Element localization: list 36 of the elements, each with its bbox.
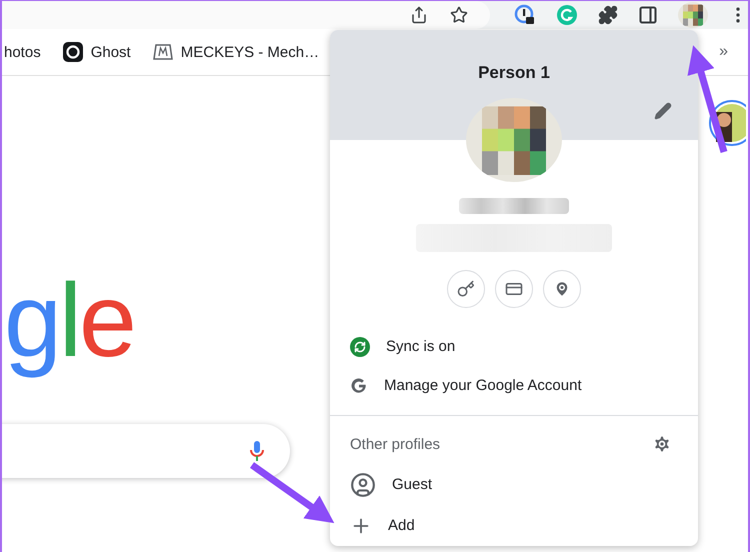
search-field[interactable]	[2, 424, 290, 478]
bookmark[interactable]: Ghost	[62, 42, 131, 62]
bookmark[interactable]: MECKEYS - Mech…	[152, 43, 320, 61]
profile-item[interactable]: Add	[330, 505, 698, 546]
key-icon	[457, 280, 475, 298]
circle-logo-icon	[62, 42, 83, 62]
person-icon	[350, 472, 376, 498]
shortcut-button[interactable]	[495, 270, 533, 308]
microphone-icon[interactable]	[250, 440, 264, 462]
menu-item[interactable]: Sync is on	[330, 327, 698, 366]
menu-item-label: Sync is on	[386, 338, 456, 355]
sync-icon	[350, 336, 370, 356]
section-heading: Other profiles	[350, 436, 440, 453]
keycap-icon	[152, 43, 173, 61]
menu-item-label: Manage your Google Account	[384, 377, 582, 394]
profile-name: Person 1	[478, 63, 550, 83]
settings-icon[interactable]	[652, 434, 672, 454]
google-g-icon	[350, 376, 368, 394]
logo-letter: l	[58, 262, 79, 381]
profile-label: Add	[388, 517, 415, 534]
logo-letter: g	[4, 262, 59, 381]
logo-letter: e	[78, 262, 134, 381]
edit-button[interactable]	[654, 102, 672, 120]
shortcut-button[interactable]	[543, 270, 581, 308]
side-panel-icon[interactable]	[638, 5, 658, 25]
extension-icon[interactable]	[514, 4, 536, 26]
share-icon[interactable]	[410, 6, 428, 24]
puzzle-icon[interactable]	[598, 5, 618, 25]
star-icon[interactable]	[450, 6, 468, 24]
bookmark[interactable]: hotos	[4, 44, 41, 60]
shortcut-button[interactable]	[447, 270, 485, 308]
profile-item[interactable]: Guest	[330, 464, 698, 506]
bookmarks-overflow-button[interactable]: »	[719, 43, 728, 61]
profile-label: Guest	[392, 476, 432, 494]
credit-card-icon	[505, 280, 523, 298]
menu-item[interactable]: Manage your Google Account	[330, 366, 698, 405]
